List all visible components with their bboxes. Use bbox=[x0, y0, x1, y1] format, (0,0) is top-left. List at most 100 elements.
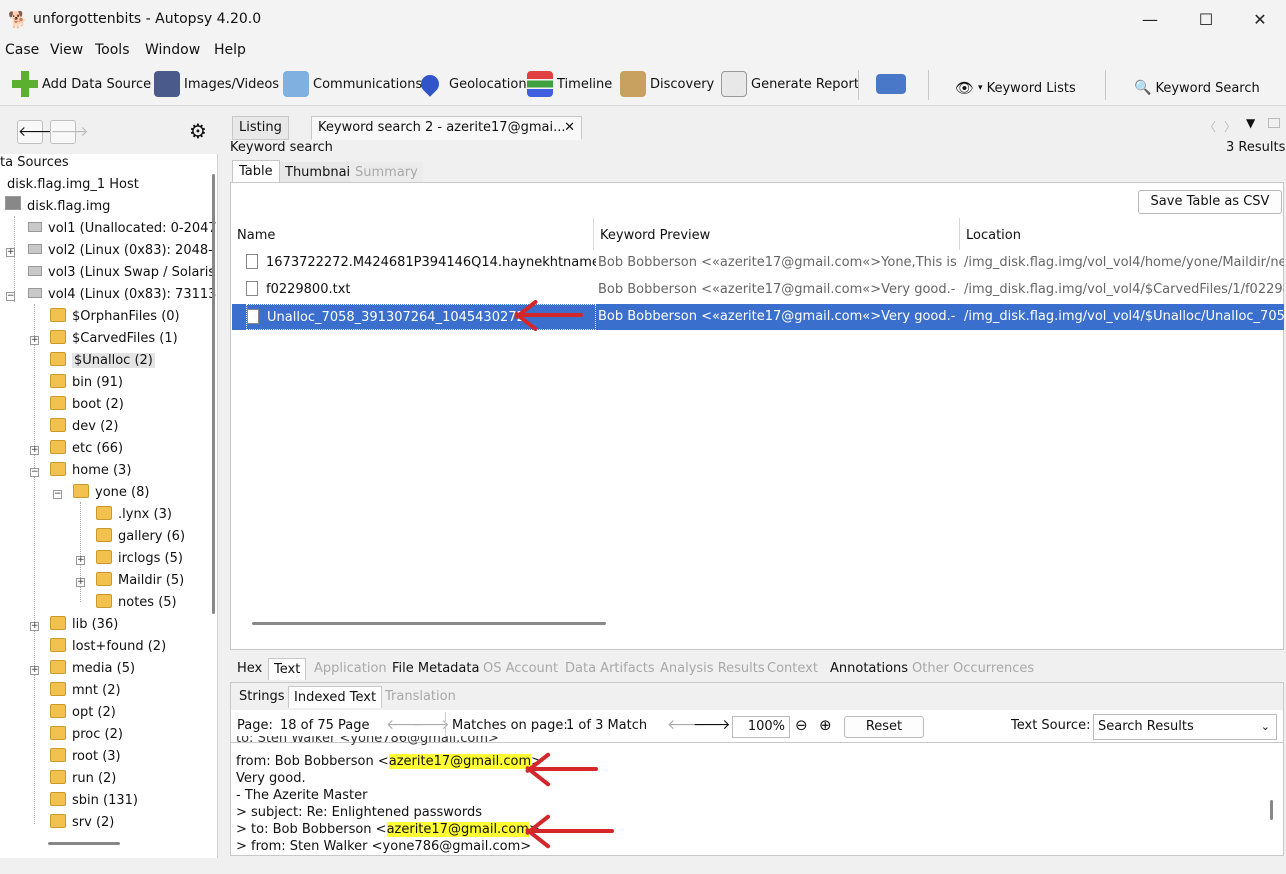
menu-window[interactable]: Window bbox=[145, 42, 200, 58]
maximize-panel-icon[interactable] bbox=[1268, 118, 1280, 128]
column-header-keyword-preview[interactable]: Keyword Preview bbox=[594, 218, 960, 250]
collapse-icon[interactable]: − bbox=[6, 292, 15, 301]
tree-lost-found[interactable]: lost+found (2) bbox=[30, 636, 166, 658]
forward-icon[interactable]: 🡒 bbox=[50, 120, 89, 144]
keyword-search-button[interactable]: 🔍 Keyword Search bbox=[1134, 66, 1260, 110]
expand-icon[interactable]: + bbox=[30, 446, 39, 455]
zoom-in-icon[interactable]: ⊕ bbox=[819, 716, 832, 734]
tree-proc[interactable]: proc (2) bbox=[30, 724, 123, 746]
geolocation-button[interactable]: Geolocation bbox=[417, 62, 527, 106]
table-horizontal-scrollbar[interactable] bbox=[252, 622, 606, 625]
tree-sbin[interactable]: sbin (131) bbox=[30, 790, 138, 812]
tree-image[interactable]: disk.flag.img bbox=[5, 196, 110, 218]
tab-scroll-right-icon[interactable]: 〉 bbox=[1224, 118, 1236, 135]
tab-analysis-results[interactable]: Analysis Results bbox=[655, 658, 770, 680]
back-icon[interactable]: 🡐 bbox=[17, 120, 56, 144]
tree-etc[interactable]: + etc (66) bbox=[30, 438, 123, 460]
subtab-table[interactable]: Table bbox=[232, 160, 280, 182]
tree-mnt[interactable]: mnt (2) bbox=[30, 680, 121, 702]
tree-bin[interactable]: bin (91) bbox=[30, 372, 123, 394]
tree-vol4[interactable]: − vol4 (Linux (0x83): 73113 bbox=[6, 284, 216, 306]
tab-listing[interactable]: Listing bbox=[232, 116, 289, 140]
discovery-button[interactable]: Discovery bbox=[620, 62, 714, 106]
expand-icon[interactable]: + bbox=[30, 622, 39, 631]
table-row[interactable]: 1673722272.M424681P394146Q14.haynekhtnam… bbox=[232, 250, 1284, 276]
collapse-icon[interactable]: − bbox=[30, 468, 39, 477]
tree-host[interactable]: disk.flag.img_1 Host bbox=[7, 174, 139, 196]
add-data-source-button[interactable]: Add Data Source bbox=[12, 62, 151, 106]
tab-hex[interactable]: Hex bbox=[232, 658, 267, 680]
tree-root[interactable]: root (3) bbox=[30, 746, 121, 768]
tab-context[interactable]: Context bbox=[762, 658, 823, 680]
subtab-summary[interactable]: Summary bbox=[350, 162, 423, 184]
zoom-field[interactable]: 100% bbox=[732, 716, 790, 738]
table-row-selected[interactable]: Unalloc_7058_391307264_1045430272 Bob Bo… bbox=[232, 304, 1284, 330]
column-header-name[interactable]: Name bbox=[231, 218, 594, 250]
tree-srv[interactable]: srv (2) bbox=[30, 812, 114, 834]
zoom-out-icon[interactable]: ⊖ bbox=[795, 716, 808, 734]
tree-vol1[interactable]: vol1 (Unallocated: 0-2047 bbox=[6, 218, 217, 240]
tree-vol2[interactable]: + vol2 (Linux (0x83): 2048- bbox=[6, 240, 213, 262]
tab-list-dropdown-icon[interactable]: ▼ bbox=[1246, 116, 1255, 130]
save-table-csv-button[interactable]: Save Table as CSV bbox=[1138, 190, 1282, 214]
tab-file-metadata[interactable]: File Metadata bbox=[387, 658, 484, 680]
communications-button[interactable]: Communications bbox=[283, 62, 422, 106]
tree-home[interactable]: − home (3) bbox=[30, 460, 131, 482]
close-tab-icon[interactable]: ✕ bbox=[564, 117, 575, 139]
tab-annotations[interactable]: Annotations bbox=[825, 658, 913, 680]
close-window-button[interactable]: ✕ bbox=[1240, 6, 1280, 34]
menu-help[interactable]: Help bbox=[214, 42, 246, 58]
column-header-location[interactable]: Location bbox=[960, 218, 1283, 250]
tree-vol3[interactable]: vol3 (Linux Swap / Solaris bbox=[6, 262, 215, 284]
tab-application[interactable]: Application bbox=[309, 658, 392, 680]
email-button[interactable] bbox=[876, 62, 906, 106]
expand-icon[interactable]: + bbox=[6, 248, 15, 257]
subtab-thumbnail[interactable]: Thumbnail bbox=[280, 162, 359, 184]
collapse-icon[interactable]: − bbox=[53, 490, 62, 499]
minimize-button[interactable]: — bbox=[1130, 6, 1170, 34]
menu-view[interactable]: View bbox=[50, 42, 83, 58]
tree-dev[interactable]: dev (2) bbox=[30, 416, 119, 438]
tree-irclogs[interactable]: + irclogs (5) bbox=[76, 548, 183, 570]
tab-translation[interactable]: Translation bbox=[380, 686, 461, 708]
tree-media[interactable]: + media (5) bbox=[30, 658, 135, 680]
tree-vertical-scrollbar[interactable] bbox=[212, 174, 215, 614]
menu-case[interactable]: Case bbox=[5, 42, 39, 58]
tree-lib[interactable]: + lib (36) bbox=[30, 614, 118, 636]
tab-data-artifacts[interactable]: Data Artifacts bbox=[560, 658, 660, 680]
next-match-icon[interactable]: 🡒 bbox=[693, 716, 731, 733]
images-videos-button[interactable]: Images/Videos bbox=[154, 62, 279, 106]
reset-button[interactable]: Reset bbox=[844, 716, 924, 738]
expand-icon[interactable]: + bbox=[76, 578, 85, 587]
expand-icon[interactable]: + bbox=[76, 556, 85, 565]
tab-os-account[interactable]: OS Account bbox=[478, 658, 563, 680]
tree-horizontal-scrollbar[interactable] bbox=[48, 842, 120, 845]
tree-unalloc[interactable]: $Unalloc (2) bbox=[30, 350, 155, 372]
text-source-select[interactable]: Search Results ⌄ bbox=[1093, 714, 1277, 740]
menu-tools[interactable]: Tools bbox=[95, 42, 130, 58]
expand-icon[interactable]: + bbox=[30, 336, 39, 345]
next-page-icon[interactable]: 🡒 bbox=[412, 716, 450, 733]
gear-icon[interactable]: ⚙ bbox=[185, 120, 211, 144]
tree-boot[interactable]: boot (2) bbox=[30, 394, 124, 416]
tree-maildir[interactable]: + Maildir (5) bbox=[76, 570, 184, 592]
tree-gallery[interactable]: gallery (6) bbox=[76, 526, 185, 548]
tab-other-occurrences[interactable]: Other Occurrences bbox=[907, 658, 1039, 680]
tree-run[interactable]: run (2) bbox=[30, 768, 116, 790]
expand-icon[interactable]: + bbox=[30, 666, 39, 675]
tab-scroll-left-icon[interactable]: 〈 bbox=[1204, 118, 1216, 135]
timeline-button[interactable]: Timeline bbox=[527, 62, 612, 106]
tab-keyword-search[interactable]: Keyword search 2 - azerite17@gmai... ✕ bbox=[311, 116, 582, 140]
tree-carvedfiles[interactable]: + $CarvedFiles (1) bbox=[30, 328, 178, 350]
tab-indexed-text[interactable]: Indexed Text bbox=[288, 686, 383, 708]
tree-yone[interactable]: − yone (8) bbox=[53, 482, 149, 504]
tree-opt[interactable]: opt (2) bbox=[30, 702, 116, 724]
tree-orphanfiles[interactable]: $OrphanFiles (0) bbox=[30, 306, 180, 328]
tree-notes[interactable]: notes (5) bbox=[76, 592, 177, 614]
generate-report-button[interactable]: Generate Report bbox=[721, 62, 859, 106]
viewer-scrollbar[interactable] bbox=[1270, 800, 1273, 820]
table-row[interactable]: f0229800.txt Bob Bobberson <«azerite17@g… bbox=[232, 277, 1284, 303]
tab-text[interactable]: Text bbox=[268, 658, 307, 680]
tab-strings[interactable]: Strings bbox=[234, 686, 290, 708]
maximize-button[interactable]: ☐ bbox=[1186, 6, 1226, 34]
